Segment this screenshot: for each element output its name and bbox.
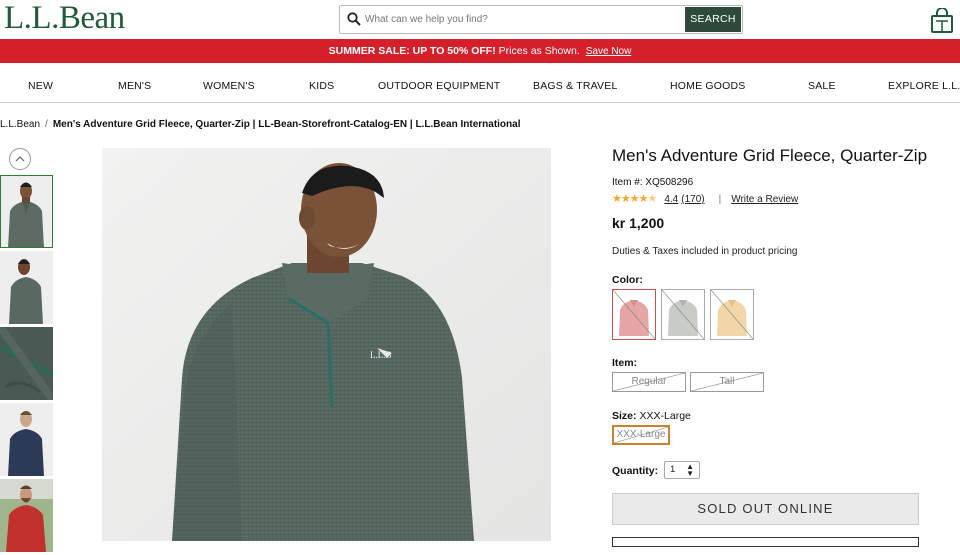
size-label: Size: XXX-Large	[612, 410, 691, 422]
item-option-label: Tall	[719, 376, 735, 387]
quantity-value: 1	[670, 464, 676, 475]
breadcrumb: L.L.Bean / Men's Adventure Grid Fleece, Qu…	[0, 119, 520, 130]
breadcrumb-home[interactable]: L.L.Bean	[0, 119, 40, 130]
sold-out-button[interactable]: SOLD OUT ONLINE	[612, 493, 919, 525]
item-option-regular[interactable]: Regular	[612, 372, 686, 392]
item-label: Item:	[612, 357, 638, 369]
write-review-link[interactable]: Write a Review	[731, 194, 798, 205]
thumbnail-back[interactable]	[0, 251, 53, 324]
search-button[interactable]: SEARCH	[685, 7, 741, 32]
breadcrumb-current: Men's Adventure Grid Fleece, Quarter-Zip…	[52, 119, 521, 130]
thumbnail-list	[0, 175, 53, 555]
nav-item-kids[interactable]: KIDS	[309, 80, 334, 92]
thumbnail-scroll-up-button[interactable]	[9, 148, 31, 170]
nav-item-womens[interactable]: WOMEN'S	[203, 80, 255, 92]
item-number: Item #: XQ508296	[612, 177, 694, 188]
svg-text:L.L.B: L.L.B	[370, 350, 392, 360]
llbean-logo[interactable]: L.L.Bean	[4, 0, 125, 36]
quantity-select[interactable]: 1 ▲ ▼	[664, 461, 700, 479]
nav-item-new[interactable]: NEW	[28, 80, 53, 92]
search-bar[interactable]: What can we help you find? SEARCH	[339, 5, 743, 34]
shopping-bag-icon[interactable]	[930, 8, 954, 34]
item-option-label: Regular	[631, 376, 667, 387]
promo-link[interactable]: Save Now	[586, 46, 632, 57]
search-icon	[347, 12, 361, 26]
promo-text: Prices as Shown.	[495, 45, 580, 57]
breadcrumb-separator: /	[45, 119, 48, 130]
nav-item-bags-travel[interactable]: BAGS & TRAVEL	[533, 80, 618, 92]
duties-note: Duties & Taxes included in product prici…	[612, 246, 798, 257]
select-arrows-icon: ▲ ▼	[686, 462, 694, 478]
review-count[interactable]: (170)	[681, 194, 704, 205]
size-selected-value: XXX-Large	[639, 410, 691, 422]
color-swatch-gray[interactable]	[661, 289, 705, 340]
product-title: Men's Adventure Grid Fleece, Quarter-Zip	[612, 146, 928, 165]
product-price: kr 1,200	[612, 215, 665, 231]
nav-item-explore[interactable]: EXPLORE L.L.B	[888, 80, 960, 92]
nav-item-outdoor-equipment[interactable]: OUTDOOR EQUIPMENT	[378, 80, 500, 92]
nav-item-mens[interactable]: MEN'S	[118, 80, 151, 92]
size-option-label: XXX-Large	[616, 429, 666, 440]
promo-banner: SUMMER SALE: UP TO 50% OFF! Prices as Sh…	[0, 39, 960, 63]
size-option-xxx-large[interactable]: XXX-Large	[612, 425, 670, 445]
item-option-tall[interactable]: Tall	[690, 372, 764, 392]
site-header: L.L.Bean What can we help you find? SEAR…	[0, 0, 960, 39]
thumbnail-front[interactable]	[0, 175, 53, 248]
chevron-up-icon	[15, 156, 25, 162]
thumbnail-red-outdoor[interactable]	[0, 479, 53, 552]
color-swatch-pink[interactable]	[612, 289, 656, 340]
nav-item-home-goods[interactable]: HOME GOODS	[670, 80, 746, 92]
nav-item-sale[interactable]: SALE	[808, 80, 836, 92]
rating-divider: |	[718, 194, 722, 205]
thumbnail-fabric-detail[interactable]	[0, 327, 53, 400]
thumbnail-navy[interactable]	[0, 403, 53, 476]
secondary-action-button[interactable]	[612, 537, 919, 547]
rating-row: ★★★★★ 4.4 (170) | Write a Review	[612, 192, 798, 205]
rating-value[interactable]: 4.4	[664, 194, 678, 205]
color-label: Color:	[612, 274, 643, 286]
quantity-label: Quantity:	[612, 465, 659, 477]
size-label-text: Size:	[612, 410, 637, 422]
star-rating-icon[interactable]: ★★★★★	[612, 193, 657, 205]
color-swatch-cream[interactable]	[710, 289, 754, 340]
promo-headline: SUMMER SALE: UP TO 50% OFF!	[328, 45, 496, 57]
main-nav: NEW MEN'S WOMEN'S KIDS OUTDOOR EQUIPMENT…	[0, 63, 960, 103]
product-main-image[interactable]: L.L.B	[102, 148, 551, 541]
search-input[interactable]: What can we help you find?	[365, 14, 488, 25]
